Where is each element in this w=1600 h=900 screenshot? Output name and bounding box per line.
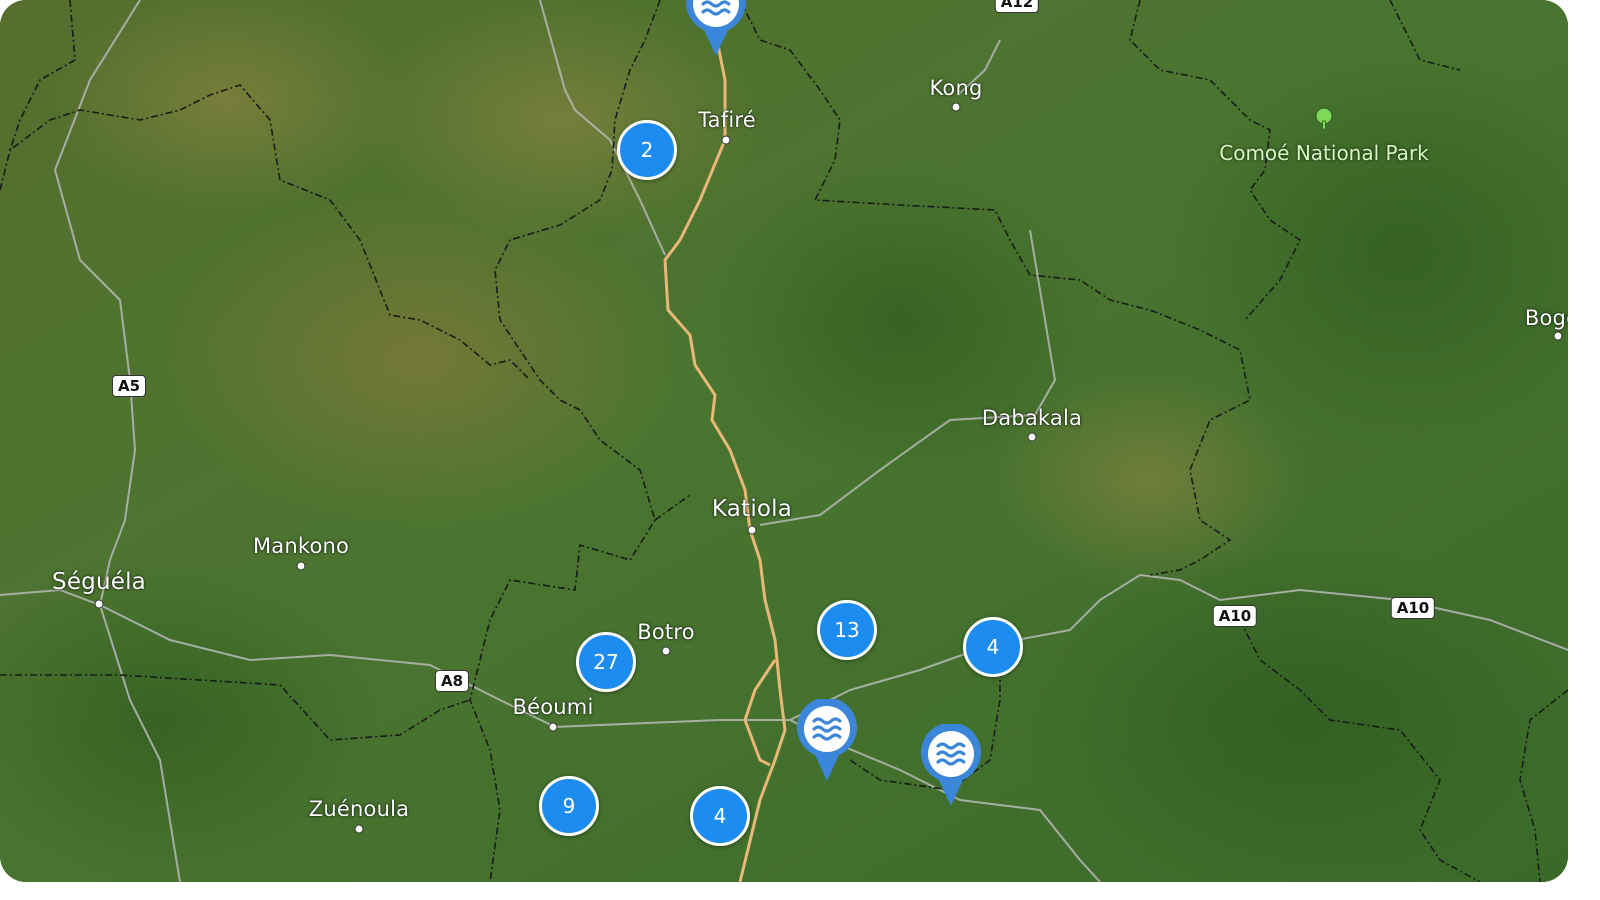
road-shield: A12 xyxy=(994,0,1040,13)
place-label-dabakala[interactable]: Dabakala xyxy=(982,406,1082,430)
cluster-marker[interactable]: 27 xyxy=(576,632,636,692)
water-waves-icon xyxy=(921,722,981,806)
cluster-marker[interactable]: 4 xyxy=(690,786,750,846)
town-dot xyxy=(951,102,961,112)
place-label-katiola[interactable]: Katiola xyxy=(712,496,792,522)
place-label-seguela[interactable]: Séguéla xyxy=(52,569,146,595)
water-pin[interactable] xyxy=(795,697,859,787)
cluster-marker[interactable]: 9 xyxy=(539,776,599,836)
road-shield: A5 xyxy=(111,375,147,397)
place-label-tafire[interactable]: Tafiré xyxy=(698,108,756,132)
town-dot xyxy=(548,722,558,732)
place-label-kong[interactable]: Kong xyxy=(929,76,982,100)
town-dot xyxy=(721,135,731,145)
town-dot xyxy=(354,824,364,834)
water-pin[interactable] xyxy=(919,722,983,812)
place-label-mankono[interactable]: Mankono xyxy=(253,534,349,558)
town-dot xyxy=(661,646,671,656)
road-shield: A10 xyxy=(1390,597,1436,619)
road-shield: A8 xyxy=(434,670,470,692)
map-view[interactable]: Tafiré Kong Dabakala Katiola Mankono Ség… xyxy=(0,0,1568,882)
cluster-marker[interactable]: 4 xyxy=(963,617,1023,677)
place-label-zuenoula[interactable]: Zuénoula xyxy=(309,797,409,821)
water-waves-icon xyxy=(797,697,857,781)
tree-icon xyxy=(1311,106,1337,136)
town-dot xyxy=(94,599,104,609)
town-dot xyxy=(296,561,306,571)
water-waves-icon xyxy=(686,0,746,56)
place-label-botro[interactable]: Botro xyxy=(637,620,695,644)
town-dot xyxy=(747,525,757,535)
cluster-marker[interactable]: 2 xyxy=(617,120,677,180)
road-shield: A10 xyxy=(1212,605,1258,627)
town-dot xyxy=(1027,432,1037,442)
place-label-beoumi[interactable]: Béoumi xyxy=(513,695,594,719)
town-dot xyxy=(1553,331,1563,341)
park-label[interactable]: Comoé National Park xyxy=(1219,141,1429,165)
water-pin[interactable] xyxy=(684,0,748,62)
place-label-bogo[interactable]: Bogo xyxy=(1525,306,1568,330)
cluster-marker[interactable]: 13 xyxy=(817,600,877,660)
